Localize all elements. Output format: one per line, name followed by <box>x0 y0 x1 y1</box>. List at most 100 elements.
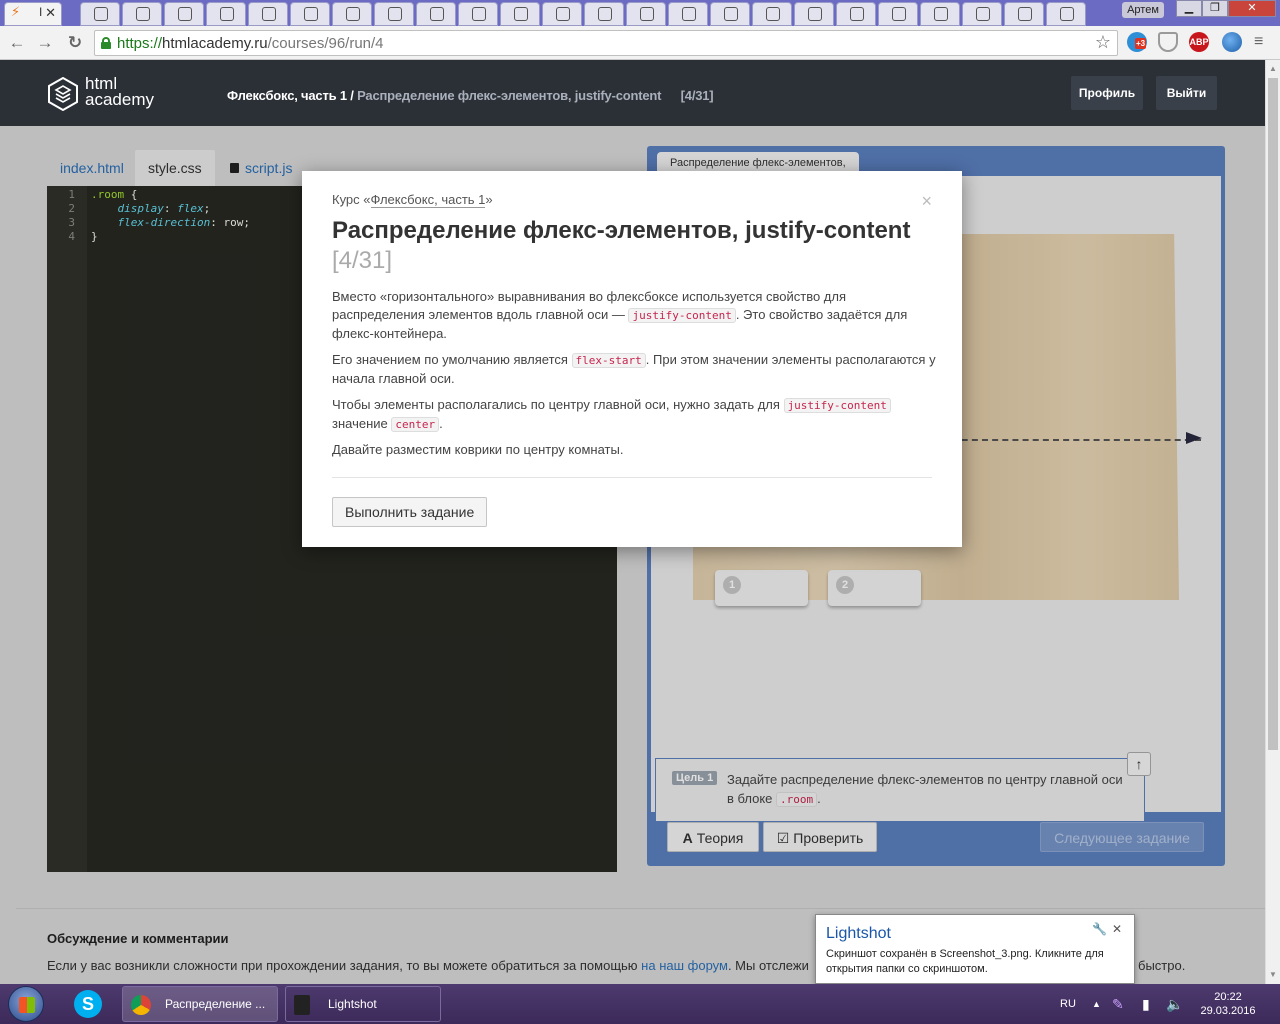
browser-tab[interactable] <box>878 2 918 26</box>
scroll-up-icon[interactable]: ▲ <box>1269 64 1277 73</box>
address-bar[interactable]: https://htmlacademy.ru/courses/96/run/4 … <box>94 30 1118 56</box>
browser-tab[interactable] <box>122 2 162 26</box>
theory-modal: × Курс «Флексбокс, часть 1» Распределени… <box>302 171 962 547</box>
taskbar: S Распределение ... Lightshot RU ▲ ✎ ▮ 🔈… <box>0 984 1280 1024</box>
close-tab-icon[interactable]: ✕ <box>45 5 56 21</box>
adblock-plus-icon[interactable]: ABP <box>1189 32 1209 52</box>
browser-tab[interactable] <box>584 2 624 26</box>
lock-icon <box>101 37 111 49</box>
shield-icon[interactable] <box>1158 32 1178 52</box>
breadcrumb-course[interactable]: Флексбокс, часть 1 / <box>227 88 354 103</box>
window-user-badge[interactable]: Артем <box>1122 2 1164 18</box>
browser-tab[interactable] <box>206 2 246 26</box>
menu-icon[interactable]: ≡ <box>1254 34 1263 50</box>
logo-icon[interactable] <box>48 77 78 111</box>
tray-expand-icon[interactable]: ▲ <box>1092 984 1101 1024</box>
browser-tab[interactable] <box>794 2 834 26</box>
site-favicon-icon <box>514 7 528 21</box>
browser-tab[interactable] <box>542 2 582 26</box>
site-favicon-icon <box>136 7 150 21</box>
browser-tab[interactable] <box>836 2 876 26</box>
logo-text[interactable]: html academy <box>85 75 154 108</box>
site-favicon-icon <box>556 7 570 21</box>
close-icon[interactable]: ✕ <box>1112 922 1122 936</box>
skype-icon[interactable]: S <box>74 990 102 1018</box>
site-favicon-icon <box>850 7 864 21</box>
browser-tab[interactable] <box>332 2 372 26</box>
divider <box>332 477 932 478</box>
tab-title-fragment: I <box>39 5 43 19</box>
browser-tab[interactable] <box>710 2 750 26</box>
browser-tab[interactable] <box>248 2 288 26</box>
site-favicon-icon <box>724 7 738 21</box>
browser-tab[interactable] <box>668 2 708 26</box>
taskbar-item-lightshot[interactable]: Lightshot <box>285 986 441 1022</box>
page-scrollbar[interactable]: ▲ ▼ <box>1265 60 1280 984</box>
site-favicon-icon <box>346 7 360 21</box>
wrench-icon[interactable]: 🔧 <box>1092 922 1107 936</box>
profile-button[interactable]: Профиль <box>1071 76 1143 110</box>
site-header: html academy Флексбокс, часть 1 / Распред… <box>0 60 1265 126</box>
browser-tab[interactable] <box>458 2 498 26</box>
modal-paragraph: Давайте разместим коврики по центру комн… <box>332 442 624 457</box>
browser-tab[interactable] <box>626 2 666 26</box>
browser-tab[interactable] <box>1046 2 1086 26</box>
clock[interactable]: 20:22 29.03.2016 <box>1196 990 1260 1018</box>
volume-icon[interactable]: 🔈 <box>1166 984 1183 1024</box>
lightshot-notification[interactable]: Lightshot 🔧 ✕ Скриншот сохранён в Screen… <box>815 914 1135 984</box>
notification-title: Lightshot <box>826 925 891 942</box>
site-favicon-icon <box>262 7 276 21</box>
forward-button[interactable]: → <box>34 32 56 54</box>
site-favicon-icon <box>304 7 318 21</box>
modal-course: Курс «Флексбокс, часть 1» <box>332 192 493 208</box>
modal-title: Распределение флекс-элементов, justify-c… <box>332 217 911 244</box>
site-favicon-icon <box>430 7 444 21</box>
network-icon[interactable]: ▮ <box>1142 984 1150 1024</box>
language-indicator[interactable]: RU <box>1060 984 1076 1024</box>
browser-tab[interactable] <box>80 2 120 26</box>
browser-tab[interactable] <box>1004 2 1044 26</box>
globe-icon[interactable] <box>1222 32 1242 52</box>
back-button[interactable]: ← <box>6 32 28 54</box>
browser-tab[interactable] <box>164 2 204 26</box>
maximize-button[interactable]: ❐ <box>1202 0 1228 17</box>
chrome-icon <box>131 995 151 1015</box>
site-favicon-icon <box>766 7 780 21</box>
site-favicon-icon <box>472 7 486 21</box>
browser-tab-active[interactable]: ⚡ I ✕ <box>4 2 62 26</box>
lightshot-extension-icon[interactable]: +3 <box>1127 32 1147 52</box>
breadcrumb-count: [4/31] <box>680 88 714 103</box>
breadcrumb-current: Распределение флекс-элементов, justify-c… <box>357 88 662 103</box>
logout-button[interactable]: Выйти <box>1156 76 1217 110</box>
reload-button[interactable]: ↻ <box>64 32 86 54</box>
browser-tab[interactable] <box>500 2 540 26</box>
taskbar-item-browser[interactable]: Распределение ... <box>122 986 278 1022</box>
site-favicon-icon <box>598 7 612 21</box>
lightshot-tray-icon[interactable]: ✎ <box>1112 984 1124 1024</box>
site-favicon-icon <box>220 7 234 21</box>
browser-tab[interactable] <box>290 2 330 26</box>
start-task-button[interactable]: Выполнить задание <box>332 497 488 527</box>
modal-paragraph: Чтобы элементы располагались по центру г… <box>332 396 942 434</box>
modal-progress: [4/31] <box>332 247 393 274</box>
windows-logo-icon <box>19 997 35 1013</box>
browser-tab[interactable] <box>752 2 792 26</box>
bookmark-star-icon[interactable]: ☆ <box>1095 32 1111 53</box>
browser-tab-strip: ⚡ I ✕ Артем ▁ ❐ ✕ <box>0 0 1280 26</box>
scrollbar-thumb[interactable] <box>1268 78 1278 750</box>
site-favicon-icon <box>934 7 948 21</box>
site-favicon-icon <box>388 7 402 21</box>
close-icon[interactable]: × <box>921 191 932 212</box>
lightshot-app-icon <box>294 995 310 1015</box>
browser-tab[interactable] <box>962 2 1002 26</box>
scroll-down-icon[interactable]: ▼ <box>1269 970 1277 979</box>
browser-tab[interactable] <box>920 2 960 26</box>
browser-tab[interactable] <box>374 2 414 26</box>
close-window-button[interactable]: ✕ <box>1228 0 1276 17</box>
browser-tab[interactable] <box>416 2 456 26</box>
site-favicon-icon <box>94 7 108 21</box>
start-button[interactable] <box>8 986 44 1022</box>
site-favicon-icon <box>1018 7 1032 21</box>
minimize-button[interactable]: ▁ <box>1176 0 1202 17</box>
course-link[interactable]: Флексбокс, часть 1 <box>370 192 486 208</box>
